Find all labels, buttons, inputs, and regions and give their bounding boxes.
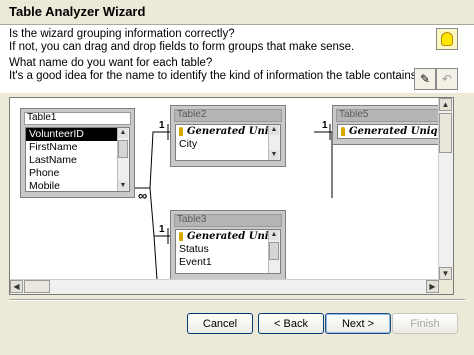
relation-table1-offscreen xyxy=(153,235,158,280)
undo-button[interactable]: ↶ xyxy=(436,68,458,90)
field-item[interactable]: City xyxy=(176,138,280,151)
undo-icon: ↶ xyxy=(441,72,453,86)
field-item[interactable]: Generated Uniqu xyxy=(338,125,438,138)
rename-table-button[interactable]: ✎ xyxy=(414,68,436,90)
scroll-up-icon[interactable]: ▲ xyxy=(269,230,279,240)
relation-table1-table2 xyxy=(134,124,170,189)
field-list-scrollbar[interactable]: ▲ ▼ xyxy=(117,128,129,191)
scroll-left-icon[interactable]: ◀ xyxy=(10,280,23,293)
table-design-area[interactable]: Table1 VolunteerID FirstName LastName Ph… xyxy=(9,97,454,295)
header-instruction: If not, you can drag and drop fields to … xyxy=(9,41,355,53)
window-title: Table Analyzer Wizard xyxy=(9,4,146,19)
field-item[interactable]: Phone xyxy=(26,167,129,180)
field-item[interactable]: VolunteerID xyxy=(26,128,129,141)
scroll-thumb[interactable] xyxy=(269,242,279,260)
field-label: Generated Uniqu xyxy=(187,126,280,137)
finish-button[interactable]: Finish xyxy=(392,313,458,334)
scroll-down-icon[interactable]: ▼ xyxy=(118,181,128,191)
field-label: Generated Uniqu xyxy=(349,126,438,137)
scroll-thumb[interactable] xyxy=(118,140,128,158)
field-list-table5[interactable]: Generated Uniqu xyxy=(337,124,439,139)
scroll-up-icon[interactable]: ▲ xyxy=(439,98,452,111)
table-card-table1[interactable]: Table1 VolunteerID FirstName LastName Ph… xyxy=(20,108,135,198)
key-icon xyxy=(179,232,183,241)
many-marker: ∞ xyxy=(138,188,148,203)
horizontal-scroll-thumb[interactable] xyxy=(24,280,50,293)
one-marker: 1 xyxy=(159,120,165,131)
one-marker: 1 xyxy=(322,120,328,131)
cancel-button[interactable]: Cancel xyxy=(187,313,253,334)
table-card-table2[interactable]: Table2 Generated Uniqu City ▲ ▼ xyxy=(170,105,286,167)
lightbulb-icon xyxy=(441,32,453,46)
field-item[interactable]: Mobile xyxy=(26,180,129,191)
hint-button[interactable] xyxy=(436,28,458,50)
button-separator xyxy=(9,299,465,301)
back-button[interactable]: < Back xyxy=(258,313,324,334)
field-item[interactable]: Generated Uniqu xyxy=(176,125,280,138)
table-title-table2[interactable]: Table2 xyxy=(174,109,282,122)
key-icon xyxy=(341,127,345,136)
design-canvas[interactable]: Table1 VolunteerID FirstName LastName Ph… xyxy=(10,98,439,280)
title-bar: Table Analyzer Wizard xyxy=(0,0,474,25)
table-card-table5[interactable]: Table5 Generated Uniqu xyxy=(332,105,439,145)
field-item[interactable]: Generated Uniqu xyxy=(176,230,280,243)
field-list-scrollbar[interactable]: ▲ ▼ xyxy=(268,125,280,160)
scroll-up-icon[interactable]: ▲ xyxy=(269,125,279,135)
table-title-table3[interactable]: Table3 xyxy=(174,214,282,227)
scroll-right-icon[interactable]: ▶ xyxy=(426,280,439,293)
table-card-table3[interactable]: Table3 Generated Uniqu Status Event1 ▲ xyxy=(170,210,286,280)
table-title-table1[interactable]: Table1 xyxy=(24,112,131,125)
field-list-table3[interactable]: Generated Uniqu Status Event1 ▲ xyxy=(175,229,281,274)
field-list-table2[interactable]: Generated Uniqu City ▲ ▼ xyxy=(175,124,281,161)
scroll-down-icon[interactable]: ▼ xyxy=(439,267,452,280)
scroll-up-icon[interactable]: ▲ xyxy=(118,128,128,138)
table-title-table5[interactable]: Table5 xyxy=(336,109,439,122)
key-icon xyxy=(179,127,183,136)
field-list-table1[interactable]: VolunteerID FirstName LastName Phone Mob… xyxy=(25,127,130,192)
horizontal-scrollbar[interactable]: ◀ ▶ xyxy=(10,279,439,294)
field-label: Generated Uniqu xyxy=(187,231,280,242)
scroll-down-icon[interactable]: ▼ xyxy=(269,150,279,160)
wizard-header: Is the wizard grouping information corre… xyxy=(0,25,474,93)
field-item[interactable]: FirstName xyxy=(26,141,129,154)
vertical-scrollbar[interactable]: ▲ ▼ xyxy=(438,98,453,280)
scroll-corner xyxy=(439,280,453,294)
rename-table-icon: ✎ xyxy=(419,72,431,86)
header-question: Is the wizard grouping information corre… xyxy=(9,28,235,40)
field-item[interactable]: Status xyxy=(176,243,280,256)
field-item[interactable]: LastName xyxy=(26,154,129,167)
next-button[interactable]: Next > xyxy=(325,313,391,334)
relation-table1-table3 xyxy=(149,187,170,244)
field-item[interactable]: Event1 xyxy=(176,256,280,269)
one-marker: 1 xyxy=(159,224,165,235)
header-name-question: What name do you want for each table? xyxy=(9,57,213,69)
header-name-hint: It's a good idea for the name to identif… xyxy=(9,70,420,82)
field-list-scrollbar[interactable]: ▲ xyxy=(268,230,280,273)
vertical-scroll-thumb[interactable] xyxy=(439,113,452,153)
